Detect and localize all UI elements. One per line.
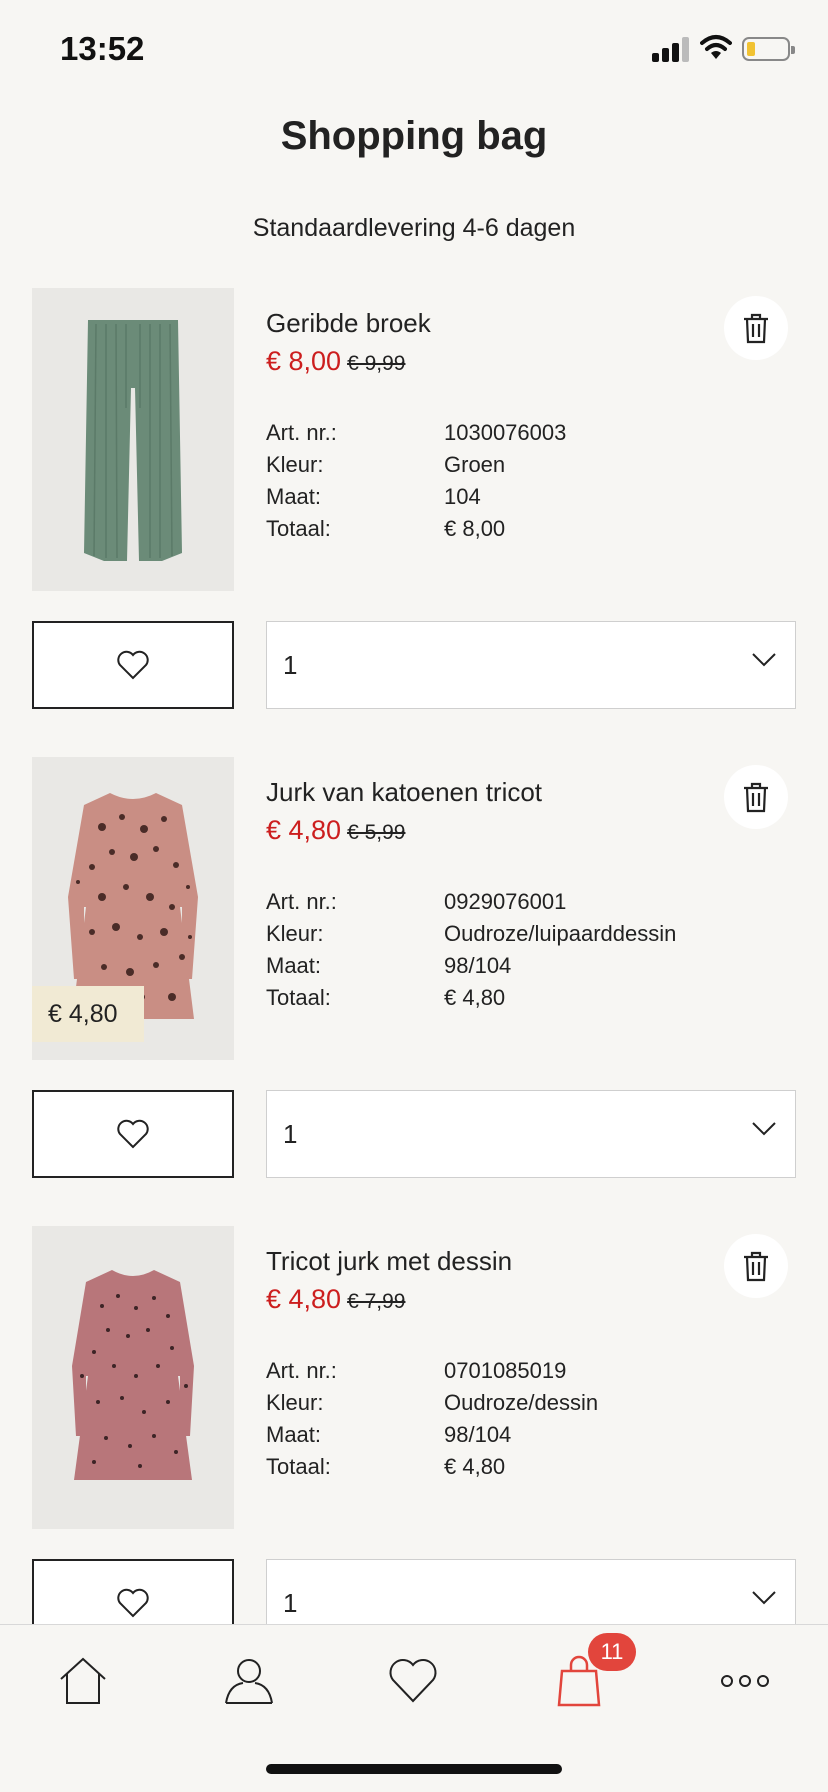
art-number: 1030076003 [444, 420, 567, 445]
home-indicator[interactable] [266, 1764, 562, 1774]
quantity-select[interactable]: 1 [266, 1090, 796, 1178]
nav-favorites[interactable] [383, 1651, 443, 1711]
original-price: € 7,99 [347, 1290, 406, 1313]
size-label: Maat: [266, 1422, 322, 1447]
delete-button[interactable] [724, 296, 788, 360]
quantity-value: 1 [283, 1119, 298, 1149]
sale-price: € 4,80 [266, 1284, 342, 1314]
trash-icon [744, 782, 768, 813]
trash-icon [744, 1251, 768, 1282]
product-name[interactable]: Tricot jurk met dessin [266, 1246, 512, 1277]
size-label: Maat: [266, 953, 322, 978]
bag-item: Tricot jurk met dessin € 4,80 € 7,99 Art.… [0, 1226, 828, 1666]
product-prices: € 4,80 € 5,99 [266, 815, 405, 846]
total-label: Totaal: [266, 516, 331, 541]
size-value: 104 [444, 484, 481, 509]
quantity-value: 1 [283, 1588, 298, 1618]
color-label: Kleur: [266, 921, 324, 946]
color-value: Groen [444, 452, 506, 477]
product-name[interactable]: Geribde broek [266, 308, 431, 339]
product-image[interactable] [32, 1226, 234, 1529]
total-label: Totaal: [266, 1454, 331, 1479]
battery-icon [742, 37, 795, 61]
favorite-button[interactable] [32, 621, 234, 709]
size-value: 98/104 [444, 1422, 512, 1447]
delivery-info: Standaardlevering 4-6 dagen [252, 214, 576, 242]
heart-icon [117, 1119, 149, 1149]
trash-icon [744, 313, 768, 344]
status-time: 13:52 [60, 30, 145, 67]
product-details: Art. nr.: 0701085019 Kleur: Oudroze/dessin… [266, 1358, 746, 1486]
art-number: 0929076001 [444, 889, 567, 914]
quantity-select[interactable]: 1 [266, 621, 796, 709]
art-label: Art. nr.: [266, 1358, 337, 1383]
chevron-down-icon [752, 1122, 776, 1136]
chevron-down-icon [752, 1591, 776, 1605]
product-image[interactable] [32, 288, 234, 591]
product-details: Art. nr.: 0929076001 Kleur: Oudroze/luipaa… [266, 889, 746, 1017]
size-label: Maat: [266, 484, 322, 509]
nav-more[interactable] [715, 1651, 775, 1711]
color-label: Kleur: [266, 1390, 324, 1415]
heart-icon [117, 1588, 149, 1618]
color-value: Oudroze/luipaarddessin [444, 921, 677, 946]
art-number: 0701085019 [444, 1358, 567, 1383]
status-bar: 13:52 [0, 0, 828, 100]
heart-icon [117, 650, 149, 680]
heart-icon [389, 1659, 437, 1703]
sale-price: € 4,80 [266, 815, 342, 845]
product-name[interactable]: Jurk van katoenen tricot [266, 777, 542, 808]
more-icon [721, 1675, 769, 1687]
bag-item: € 4,80 Jurk van katoenen tricot € 4,80 € … [0, 757, 828, 1197]
total-value: € 4,80 [444, 1454, 506, 1479]
size-value: 98/104 [444, 953, 512, 978]
bag-count-badge: 11 [588, 1633, 636, 1671]
sale-price: € 8,00 [266, 346, 342, 376]
original-price: € 5,99 [347, 821, 406, 844]
color-value: Oudroze/dessin [444, 1390, 599, 1415]
wifi-icon [700, 34, 732, 62]
color-label: Kleur: [266, 452, 324, 477]
product-image[interactable]: € 4,80 [32, 757, 234, 1060]
delete-button[interactable] [724, 765, 788, 829]
product-prices: € 8,00 € 9,99 [266, 346, 405, 377]
user-icon [225, 1659, 273, 1704]
original-price: € 9,99 [347, 352, 406, 375]
quantity-value: 1 [283, 650, 298, 680]
art-label: Art. nr.: [266, 889, 337, 914]
art-label: Art. nr.: [266, 420, 337, 445]
product-prices: € 4,80 € 7,99 [266, 1284, 405, 1315]
nav-account[interactable] [219, 1651, 279, 1711]
image-price-tag: € 4,80 [32, 986, 144, 1042]
total-value: € 8,00 [444, 516, 506, 541]
home-icon [60, 1657, 106, 1704]
product-details: Art. nr.: 1030076003 Kleur: Groen Maat: 104… [266, 420, 746, 548]
nav-home[interactable] [53, 1651, 113, 1711]
total-label: Totaal: [266, 985, 331, 1010]
bag-item: Geribde broek € 8,00 € 9,99 Art. nr.: 1030… [0, 288, 828, 728]
chevron-down-icon [752, 653, 776, 667]
favorite-button[interactable] [32, 1090, 234, 1178]
delete-button[interactable] [724, 1234, 788, 1298]
total-value: € 4,80 [444, 985, 506, 1010]
signal-icon [652, 36, 692, 62]
page-title: Shopping bag [280, 114, 548, 158]
